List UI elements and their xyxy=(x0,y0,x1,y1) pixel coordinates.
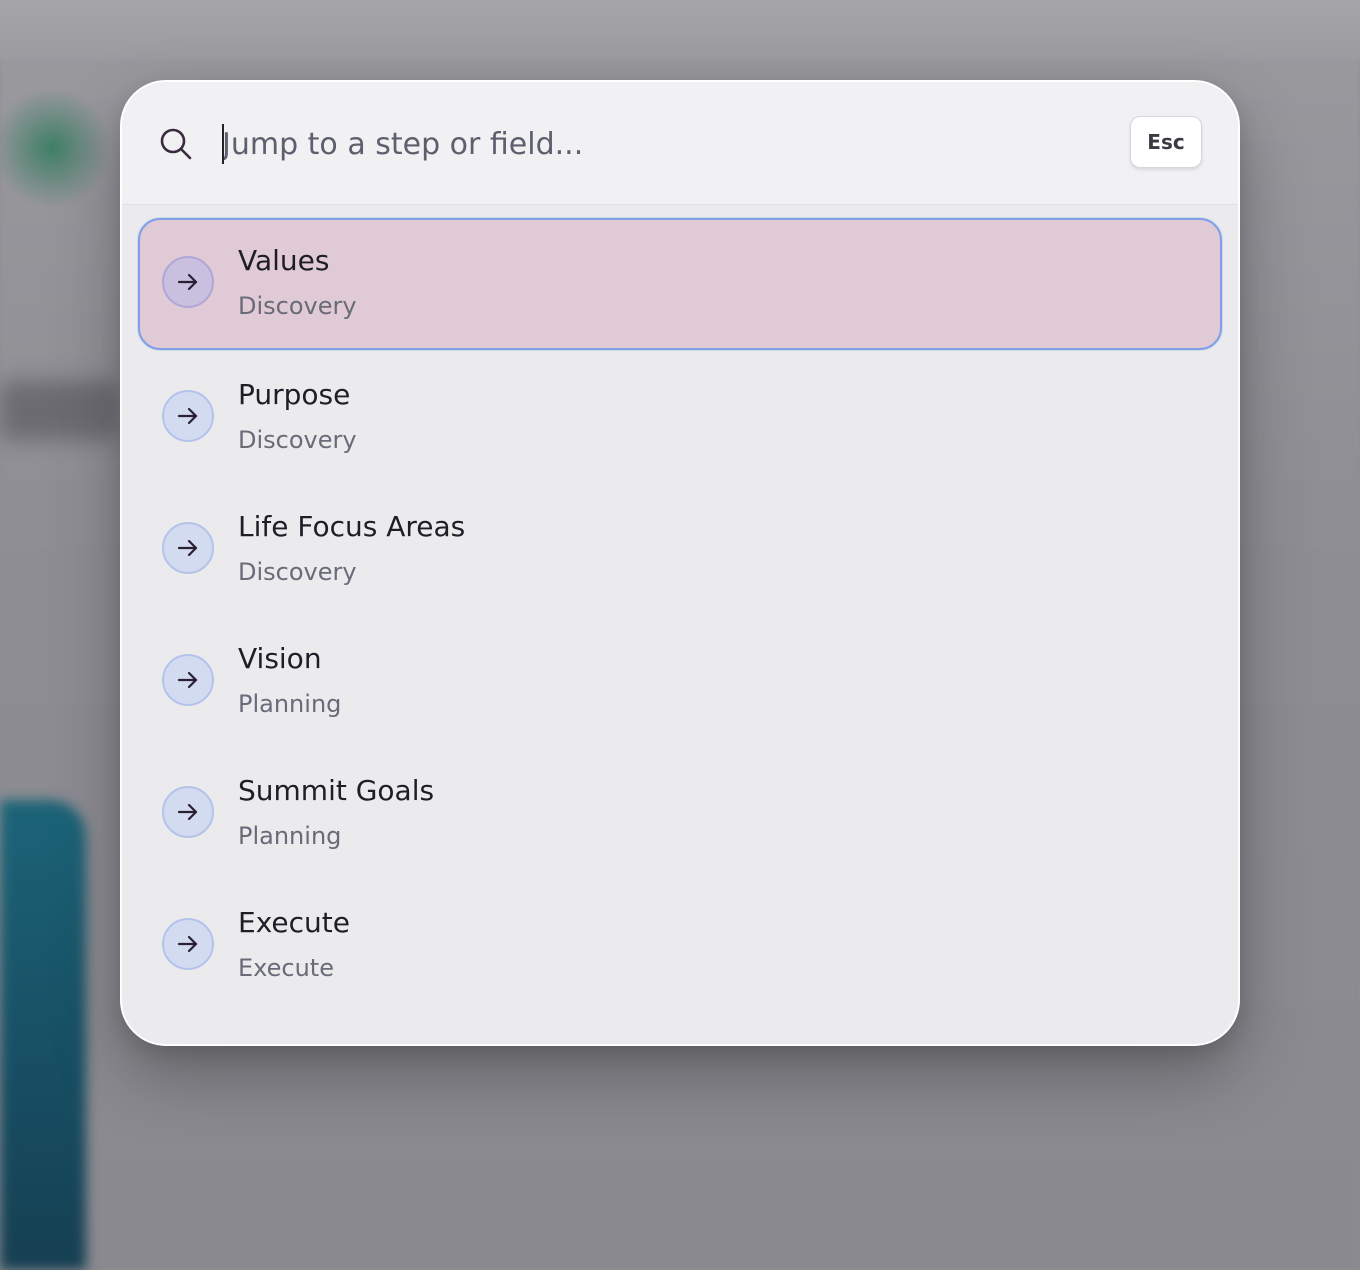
result-item-life-focus-areas[interactable]: Life Focus Areas Discovery xyxy=(138,484,1222,616)
text-caret xyxy=(222,124,224,164)
arrow-right-icon xyxy=(162,390,214,442)
result-title: Summit Goals xyxy=(238,774,435,807)
results-list: Values Discovery Purpose Discovery Life … xyxy=(138,218,1224,1012)
arrow-right-icon xyxy=(162,256,214,308)
result-title: Life Focus Areas xyxy=(238,510,466,543)
esc-button[interactable]: Esc xyxy=(1130,116,1202,168)
command-palette: Esc Values Discovery Purpose Discovery L… xyxy=(120,80,1240,1046)
result-item-purpose[interactable]: Purpose Discovery xyxy=(138,352,1222,484)
result-subtitle: Planning xyxy=(238,822,342,850)
result-title: Vision xyxy=(238,642,322,675)
arrow-right-icon xyxy=(162,522,214,574)
arrow-right-icon xyxy=(162,654,214,706)
result-title: Values xyxy=(238,244,330,277)
result-subtitle: Discovery xyxy=(238,426,357,454)
search-input[interactable] xyxy=(220,116,1102,172)
result-title: Purpose xyxy=(238,378,351,411)
result-subtitle: Discovery xyxy=(238,558,357,586)
result-item-values[interactable]: Values Discovery xyxy=(138,218,1222,350)
blurred-top-bar xyxy=(0,0,1360,60)
result-item-vision[interactable]: Vision Planning xyxy=(138,616,1222,748)
blurred-side-panel xyxy=(0,800,86,1270)
result-item-summit-goals[interactable]: Summit Goals Planning xyxy=(138,748,1222,880)
arrow-right-icon xyxy=(162,918,214,970)
search-bar: Esc xyxy=(122,82,1238,205)
search-icon xyxy=(160,128,192,160)
result-subtitle: Planning xyxy=(238,690,342,718)
result-subtitle: Discovery xyxy=(238,292,357,320)
arrow-right-icon xyxy=(162,786,214,838)
blurred-heading xyxy=(0,380,120,440)
result-subtitle: Execute xyxy=(238,954,334,982)
result-item-execute[interactable]: Execute Execute xyxy=(138,880,1222,1012)
result-title: Execute xyxy=(238,906,350,939)
